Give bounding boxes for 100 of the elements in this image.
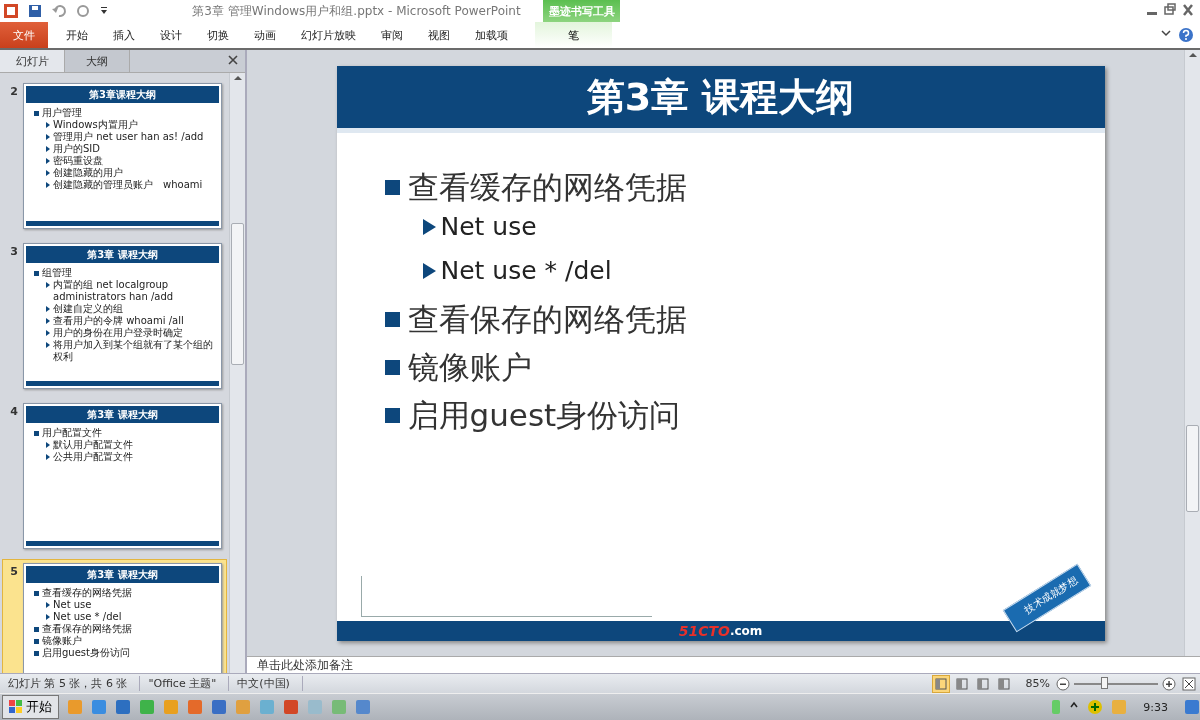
thumbnail-text: 创建隐藏的用户 <box>53 167 123 179</box>
bullet-icon <box>34 627 39 632</box>
scrollbar[interactable] <box>1184 50 1200 656</box>
thumbnail-text: 组管理 <box>42 267 72 279</box>
slide-thumbnail-row[interactable]: 2 第3章课程大纲 用户管理 Windows内置用户 管理用户 net user han as! /add 用户的SID 密码重设盘 创建隐藏的用户 创建隐藏的管理员账户 whoami <box>2 79 227 233</box>
thumbnail-text: 用户管理 <box>42 107 82 119</box>
contextual-tab-group: 墨迹书写工具 <box>543 0 620 22</box>
bullet-icon <box>46 442 50 448</box>
bullet-icon <box>46 282 50 288</box>
thumbnail-text: 镜像账户 <box>42 635 82 647</box>
ribbon-tab[interactable]: 开始 <box>54 22 100 48</box>
ribbon-tab[interactable]: 加载项 <box>463 22 520 48</box>
thumbnail-title: 第3章课程大纲 <box>26 86 219 103</box>
bullet-icon <box>422 219 436 235</box>
ribbon-tab[interactable]: 插入 <box>101 22 147 48</box>
bullet-icon <box>34 431 39 436</box>
app-icon[interactable] <box>355 699 371 715</box>
bullet-icon <box>46 158 50 164</box>
logo-text: .com <box>729 624 763 638</box>
thumbnail-title: 第3章 课程大纲 <box>26 406 219 423</box>
thumbnail-text: Windows内置用户 <box>53 119 138 131</box>
bullet-icon <box>46 454 50 460</box>
slide-thumbnail[interactable]: 第3章 课程大纲 用户配置文件 默认用户配置文件 公共用户配置文件 <box>23 403 222 549</box>
thumbnail-text: Net use * /del <box>53 611 122 623</box>
bullet-icon <box>46 602 50 608</box>
thumbnail-text: 默认用户配置文件 <box>53 439 133 451</box>
bullet-text: 镜像账户 <box>407 348 532 387</box>
app-icon[interactable] <box>211 699 227 715</box>
slide-number: 2 <box>9 84 19 100</box>
view-button[interactable] <box>931 674 950 693</box>
bullet-icon <box>46 614 50 620</box>
bullet-icon <box>46 318 50 324</box>
thumbnail-text: 用户的身份在用户登录时确定 <box>53 327 183 339</box>
app-icon[interactable] <box>115 699 131 715</box>
slide-thumbnail-row[interactable]: 4 第3章 课程大纲 用户配置文件 默认用户配置文件 公共用户配置文件 <box>2 399 227 553</box>
ribbon-tab[interactable]: 幻灯片放映 <box>289 22 368 48</box>
ribbon-tab[interactable]: 切换 <box>195 22 241 48</box>
ribbon-tab[interactable]: 审阅 <box>369 22 415 48</box>
slide-thumbnail-row[interactable]: 3 第3章 课程大纲 组管理 内置的组 net localgroup administrators han /add 创建自定义的组 查看用户的令牌 whoami /all 用户的身份在用户登录时确定 将用户加入到某个组就有了某个组的权利 <box>2 239 227 393</box>
ribbon-tab[interactable]: 动画 <box>242 22 288 48</box>
notes-field[interactable]: 单击此处添加备注 <box>247 656 1200 673</box>
thumbnail-text: 用户配置文件 <box>42 427 102 439</box>
thumbnail-text: 公共用户配置文件 <box>53 451 133 463</box>
bullet-icon <box>46 134 50 140</box>
undo-icon[interactable] <box>51 3 67 19</box>
pane-tab[interactable]: 幻灯片 <box>0 50 65 72</box>
app-icon[interactable] <box>283 699 299 715</box>
slide-thumbnail[interactable]: 第3章 课程大纲 组管理 内置的组 net localgroup administrators han /add 创建自定义的组 查看用户的令牌 whoami /all 用户的身份在用户登录时确定 将用户加入到某个组就有了某个组的权利 <box>23 243 222 389</box>
slider-thumb[interactable] <box>1101 676 1109 689</box>
help-icon[interactable] <box>1178 27 1194 43</box>
slide-title: 第3章 课程大纲 <box>336 66 1105 133</box>
zoom-out-icon[interactable] <box>1056 676 1070 691</box>
pane-tab[interactable]: 大纲 <box>65 50 130 72</box>
thumbnail-text: 启用guest身份访问 <box>42 647 130 659</box>
slide-thumbnail[interactable]: 第3章课程大纲 用户管理 Windows内置用户 管理用户 net user han as! /add 用户的SID 密码重设盘 创建隐藏的用户 创建隐藏的管理员账户 whoami <box>23 83 222 229</box>
slide-number: 5 <box>9 564 19 580</box>
bullet-icon <box>34 639 39 644</box>
app-icon[interactable] <box>187 699 203 715</box>
thumbnail-text: 创建自定义的组 <box>53 303 123 315</box>
fit-window-icon[interactable] <box>1182 676 1196 691</box>
ribbon-tab[interactable]: 视图 <box>416 22 462 48</box>
scroll-up-icon[interactable] <box>1187 50 1198 60</box>
scroll-thumb[interactable] <box>1186 425 1199 512</box>
bullet-text: Net use * /del <box>440 255 612 287</box>
ribbon-tab[interactable]: 设计 <box>148 22 194 48</box>
bullet-text: 启用guest身份访问 <box>407 396 681 435</box>
thumbnail-text: 查看用户的令牌 whoami /all <box>53 315 184 327</box>
thumbnail-text: 密码重设盘 <box>53 155 103 167</box>
zoom-in-icon[interactable] <box>1162 676 1176 691</box>
slide-thumbnail-row[interactable]: 5 第3章 课程大纲 查看缓存的网络凭据 Net use Net use * /del 查看保存的网络凭据 镜像账户 启用guest身份访问 <box>2 559 227 673</box>
plus-icon[interactable] <box>1087 699 1104 715</box>
bullet-icon <box>46 182 50 188</box>
bullet-icon <box>46 122 50 128</box>
scroll-thumb[interactable] <box>231 223 244 365</box>
zoom-level[interactable]: 85% <box>1025 677 1050 690</box>
bullet-icon <box>384 179 400 195</box>
bullet-icon <box>384 359 400 375</box>
file-tab[interactable]: 文件 <box>0 22 48 48</box>
bullet-icon <box>46 146 50 152</box>
bullet-icon <box>46 342 50 348</box>
thumbnail-text: 用户的SID <box>53 143 100 155</box>
bullet-text: 查看缓存的网络凭据 <box>407 168 687 207</box>
bullet-icon <box>384 407 400 423</box>
slide-number: 4 <box>9 404 19 420</box>
save-icon[interactable] <box>27 3 43 19</box>
thumbnail-text: 管理用户 net user han as! /add <box>53 131 204 143</box>
clock: 9:33 <box>1143 700 1168 714</box>
start-button[interactable]: 开始 <box>2 695 59 719</box>
status-text: 幻灯片 第 5 张，共 6 张 <box>0 676 141 691</box>
ribbon-tab[interactable]: 笔 <box>535 22 612 48</box>
bullet-text: Net use <box>440 211 537 243</box>
scrollbar[interactable] <box>229 73 245 673</box>
app-icon[interactable] <box>91 699 107 715</box>
bullet-icon <box>422 263 436 279</box>
slide-thumbnail[interactable]: 第3章 课程大纲 查看缓存的网络凭据 Net use Net use * /del 查看保存的网络凭据 镜像账户 启用guest身份访问 <box>23 563 222 673</box>
bullet-icon <box>46 170 50 176</box>
logo-text: 51CTO <box>678 623 730 639</box>
thumbnail-text: Net use <box>53 599 92 611</box>
app-icon[interactable] <box>3 3 19 19</box>
thumbnail-title: 第3章 课程大纲 <box>26 246 219 263</box>
